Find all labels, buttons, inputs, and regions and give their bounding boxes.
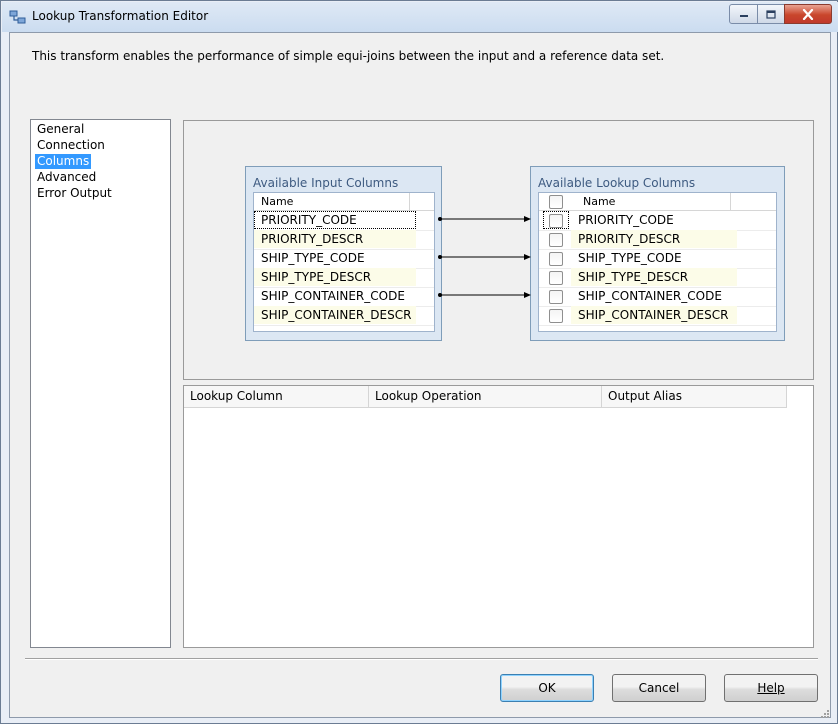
resize-grip[interactable] (820, 708, 830, 718)
cancel-button[interactable]: Cancel (612, 674, 706, 702)
lookup-column-name[interactable]: SHIP_CONTAINER_CODE (571, 287, 737, 305)
close-button[interactable] (784, 4, 832, 24)
lookup-column-name[interactable]: SHIP_TYPE_DESCR (571, 268, 737, 286)
input-columns-title: Available Input Columns (253, 176, 399, 190)
column-mapping-panel[interactable]: Available Input Columns Name PRIORITY_CO… (183, 120, 814, 380)
lookup-column-name[interactable]: SHIP_TYPE_CODE (571, 249, 737, 267)
button-separator (25, 658, 818, 660)
mapping-line-priority-code[interactable] (438, 216, 531, 222)
input-name-header: Name (261, 195, 294, 208)
dialog-window: Lookup Transformation Editor This transf… (0, 0, 838, 724)
nav-item-advanced[interactable]: Advanced (35, 170, 98, 185)
lookup-row-checkbox[interactable] (549, 290, 563, 304)
input-grid-header[interactable]: Name (254, 193, 434, 211)
header-divider (730, 193, 731, 210)
minimize-button[interactable] (729, 4, 758, 24)
lookup-columns-title: Available Lookup Columns (538, 176, 696, 190)
input-column-name[interactable]: SHIP_TYPE_DESCR (254, 268, 416, 286)
minimize-icon (739, 15, 748, 17)
column-header-output-alias[interactable]: Output Alias (602, 386, 787, 407)
lookup-output-grid[interactable]: Lookup Column Lookup Operation Output Al… (183, 385, 814, 648)
lookup-column-name[interactable]: PRIORITY_DESCR (571, 230, 737, 248)
maximize-button[interactable] (757, 4, 785, 24)
nav-item-connection[interactable]: Connection (35, 138, 107, 153)
input-column-name[interactable]: SHIP_CONTAINER_DESCR (254, 306, 416, 324)
input-columns-grid[interactable]: Name PRIORITY_CODE PRIORITY_DESCR SHIP_T… (253, 192, 435, 332)
help-button[interactable]: Help (724, 674, 818, 702)
available-lookup-columns-box[interactable]: Available Lookup Columns Name PRIORITY_C… (530, 166, 785, 341)
input-column-name[interactable]: SHIP_CONTAINER_CODE (254, 287, 416, 305)
cancel-label: Cancel (638, 681, 680, 695)
lookup-row[interactable]: SHIP_TYPE_DESCR (539, 268, 776, 288)
column-header-lookup-operation[interactable]: Lookup Operation (369, 386, 602, 407)
column-header-lookup-column[interactable]: Lookup Column (184, 386, 369, 407)
lookup-row-checkbox[interactable] (549, 233, 563, 247)
lookup-row-checkbox[interactable] (549, 252, 563, 266)
mapping-line-ship-container-code[interactable] (438, 292, 531, 298)
available-input-columns-box[interactable]: Available Input Columns Name PRIORITY_CO… (245, 166, 442, 341)
output-grid-header: Lookup Column Lookup Operation Output Al… (184, 386, 787, 408)
lookup-name-header: Name (583, 195, 616, 208)
input-row[interactable]: PRIORITY_CODE (254, 211, 434, 231)
lookup-row-checkbox[interactable] (549, 271, 563, 285)
nav-item-columns[interactable]: Columns (35, 154, 92, 169)
input-row[interactable]: PRIORITY_DESCR (254, 230, 434, 250)
help-label: Help (757, 681, 785, 695)
lookup-row[interactable]: SHIP_CONTAINER_DESCR (539, 306, 776, 326)
ok-label: OK (538, 681, 556, 695)
lookup-row[interactable]: SHIP_TYPE_CODE (539, 249, 776, 269)
close-icon (802, 8, 814, 20)
page-navigation-list[interactable]: General Connection Columns Advanced Erro… (30, 119, 171, 648)
lookup-columns-grid[interactable]: Name PRIORITY_CODE PRIORITY_DESCR SHIP_T… (538, 192, 777, 332)
input-row[interactable]: SHIP_TYPE_CODE (254, 249, 434, 269)
maximize-icon (766, 9, 776, 19)
row-focus-marker (543, 211, 569, 229)
dialog-client-area: This transform enables the performance o… (9, 32, 831, 718)
input-column-name[interactable]: PRIORITY_DESCR (254, 230, 416, 248)
window-title: Lookup Transformation Editor (32, 9, 209, 23)
ok-button[interactable]: OK (500, 674, 594, 702)
lookup-row[interactable]: SHIP_CONTAINER_CODE (539, 287, 776, 307)
lookup-column-name[interactable]: SHIP_CONTAINER_DESCR (571, 306, 737, 324)
input-row[interactable]: SHIP_CONTAINER_DESCR (254, 306, 434, 326)
input-column-name[interactable]: SHIP_TYPE_CODE (254, 249, 416, 267)
description-text: This transform enables the performance o… (32, 49, 665, 63)
lookup-row[interactable]: PRIORITY_DESCR (539, 230, 776, 250)
title-bar[interactable]: Lookup Transformation Editor (2, 2, 838, 32)
nav-item-general[interactable]: General (35, 122, 86, 137)
lookup-transform-icon (9, 9, 26, 25)
header-divider (409, 193, 410, 210)
input-row[interactable]: SHIP_TYPE_DESCR (254, 268, 434, 288)
lookup-row-checkbox[interactable] (549, 309, 563, 323)
lookup-row[interactable]: PRIORITY_CODE (539, 211, 776, 231)
input-column-name[interactable]: PRIORITY_CODE (254, 211, 416, 229)
input-row[interactable]: SHIP_CONTAINER_CODE (254, 287, 434, 307)
lookup-column-name[interactable]: PRIORITY_CODE (571, 211, 737, 229)
select-all-checkbox[interactable] (549, 195, 563, 209)
lookup-grid-header[interactable]: Name (539, 193, 776, 211)
mapping-line-ship-type-code[interactable] (438, 254, 531, 260)
nav-item-error-output[interactable]: Error Output (35, 186, 114, 201)
